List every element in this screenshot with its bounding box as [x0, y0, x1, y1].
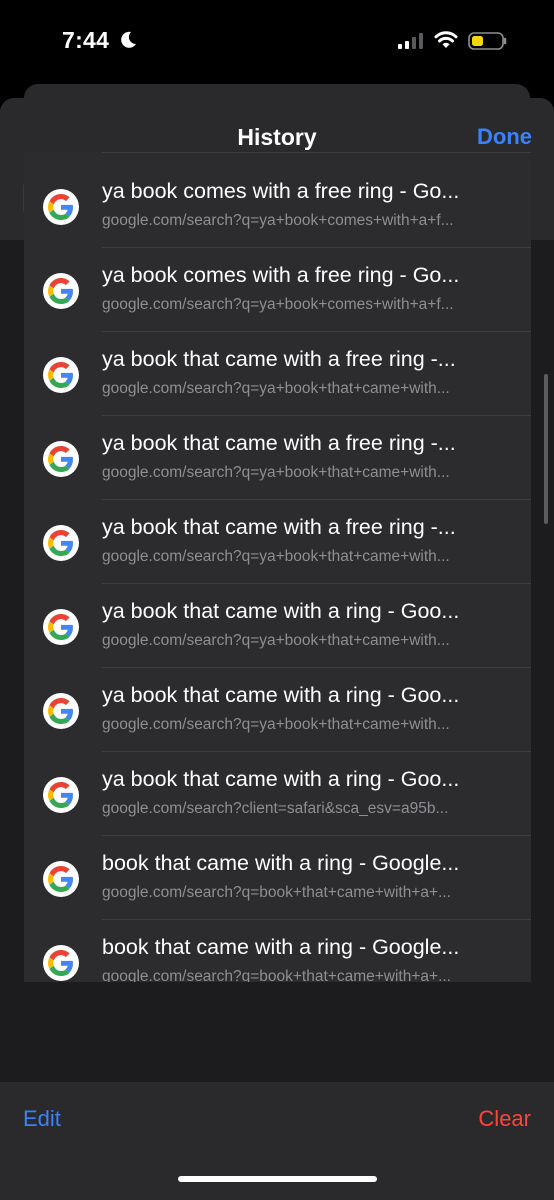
history-item-title: ya book that came with a ring - Goo... [102, 767, 460, 791]
battery-icon [468, 32, 507, 50]
scrollbar[interactable] [544, 374, 548, 524]
status-bar: 7:44 [0, 0, 554, 86]
history-item-title: ya book that came with a free ring -... [102, 515, 456, 539]
history-item-url: google.com/search?q=ya+book+that+came+wi… [102, 632, 450, 649]
google-favicon-icon [43, 525, 79, 561]
page-title: History [237, 124, 317, 150]
history-item-title: ya book comes with a free ring - Go... [102, 179, 460, 203]
google-favicon-icon [43, 777, 79, 813]
history-item[interactable]: ya book that came with a free ring -... … [24, 416, 531, 500]
history-item-url: google.com/search?q=ya+book+that+came+wi… [102, 716, 450, 733]
history-item[interactable]: ya book that came with a ring - Goo... g… [24, 752, 531, 836]
history-item-url: google.com/search?client=safari&sca_esv=… [102, 800, 449, 817]
clear-button[interactable]: Clear [478, 1106, 531, 1132]
google-favicon-icon [43, 441, 79, 477]
cellular-signal-icon [398, 33, 423, 49]
google-favicon-icon [43, 273, 79, 309]
wifi-icon [434, 31, 458, 48]
history-item[interactable]: ya book that came with a free ring -... … [24, 500, 531, 584]
google-favicon-icon [43, 189, 79, 225]
google-favicon-icon [43, 693, 79, 729]
history-item-url: google.com/search?q=ya+book+that+came+wi… [102, 548, 450, 565]
status-time: 7:44 [62, 27, 110, 53]
history-item[interactable]: ya book comes with a free ring - Go... g… [24, 248, 531, 332]
home-indicator [178, 1176, 377, 1182]
history-item-title: ya book that came with a free ring -... [102, 347, 456, 371]
history-item-url: google.com/search?q=ya+book+comes+with+a… [102, 212, 454, 229]
history-item-title: ya book comes with a free ring - Go... [102, 263, 460, 287]
history-item-url: google.com/search?q=ya+book+that+came+wi… [102, 464, 450, 481]
google-favicon-icon [43, 861, 79, 897]
history-item-url: google.com/search?q=ya+book+that+came+wi… [102, 380, 450, 397]
history-item-url: google.com/search?q=book+that+came+with+… [102, 884, 451, 901]
google-favicon-icon [43, 609, 79, 645]
history-item-url: google.com/search?q=book+that+came+with+… [102, 968, 451, 982]
history-item-title: ya book that came with a ring - Goo... [102, 599, 460, 623]
history-item-title: book that came with a ring - Google... [102, 935, 460, 959]
edit-button[interactable]: Edit [23, 1106, 61, 1132]
google-favicon-icon [43, 357, 79, 393]
history-list: ya book comes with a free ring - Go... g… [24, 152, 531, 982]
history-item[interactable]: ya book that came with a ring - Goo... g… [24, 584, 531, 668]
history-item[interactable]: ya book comes with a free ring - Go... g… [24, 164, 531, 248]
history-item[interactable]: ya book that came with a free ring -... … [24, 332, 531, 416]
bottom-toolbar: Edit Clear [0, 1082, 554, 1200]
history-item[interactable]: book that came with a ring - Google... g… [24, 836, 531, 920]
row-separator [102, 152, 531, 153]
history-item-title: book that came with a ring - Google... [102, 851, 460, 875]
history-item[interactable]: ya book that came with a ring - Goo... g… [24, 668, 531, 752]
done-button[interactable]: Done [477, 124, 532, 150]
history-item-title: ya book that came with a ring - Goo... [102, 683, 460, 707]
history-item-url: google.com/search?q=ya+book+comes+with+a… [102, 296, 454, 313]
history-item-title: ya book that came with a free ring -... [102, 431, 456, 455]
history-item[interactable]: book that came with a ring - Google... g… [24, 920, 531, 982]
google-favicon-icon [43, 945, 79, 981]
moon-icon [121, 31, 136, 48]
